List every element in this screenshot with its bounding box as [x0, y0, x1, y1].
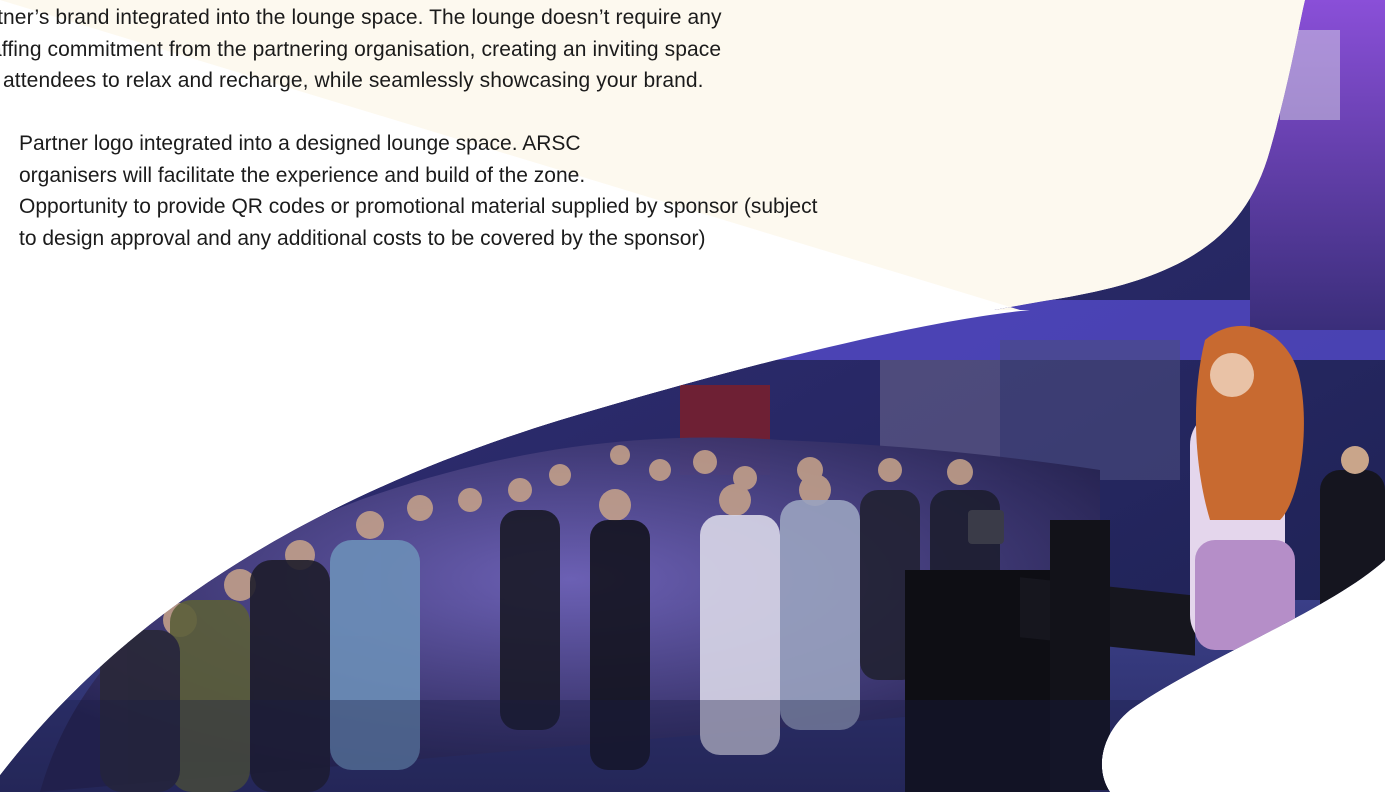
intro-paragraph: rtner’s brand integrated into the lounge… [0, 2, 950, 97]
benefit-line: organisers will facilitate the experienc… [19, 163, 586, 187]
benefit-item: Opportunity to provide QR codes or promo… [19, 191, 817, 254]
benefit-item: Partner logo integrated into a designed … [19, 128, 817, 191]
intro-line: affing commitment from the partnering or… [0, 37, 722, 61]
brochure-page: rtner’s brand integrated into the lounge… [0, 0, 1385, 792]
intro-line: rtner’s brand integrated into the lounge… [0, 6, 722, 29]
benefit-line: to design approval and any additional co… [19, 226, 706, 250]
benefit-line: Partner logo integrated into a designed … [19, 132, 581, 155]
intro-line: r attendees to relax and recharge, while… [0, 69, 704, 92]
benefit-line: Opportunity to provide QR codes or promo… [19, 195, 818, 218]
benefits-list: Partner logo integrated into a designed … [19, 128, 817, 254]
cream-text-panel [0, 0, 1305, 775]
